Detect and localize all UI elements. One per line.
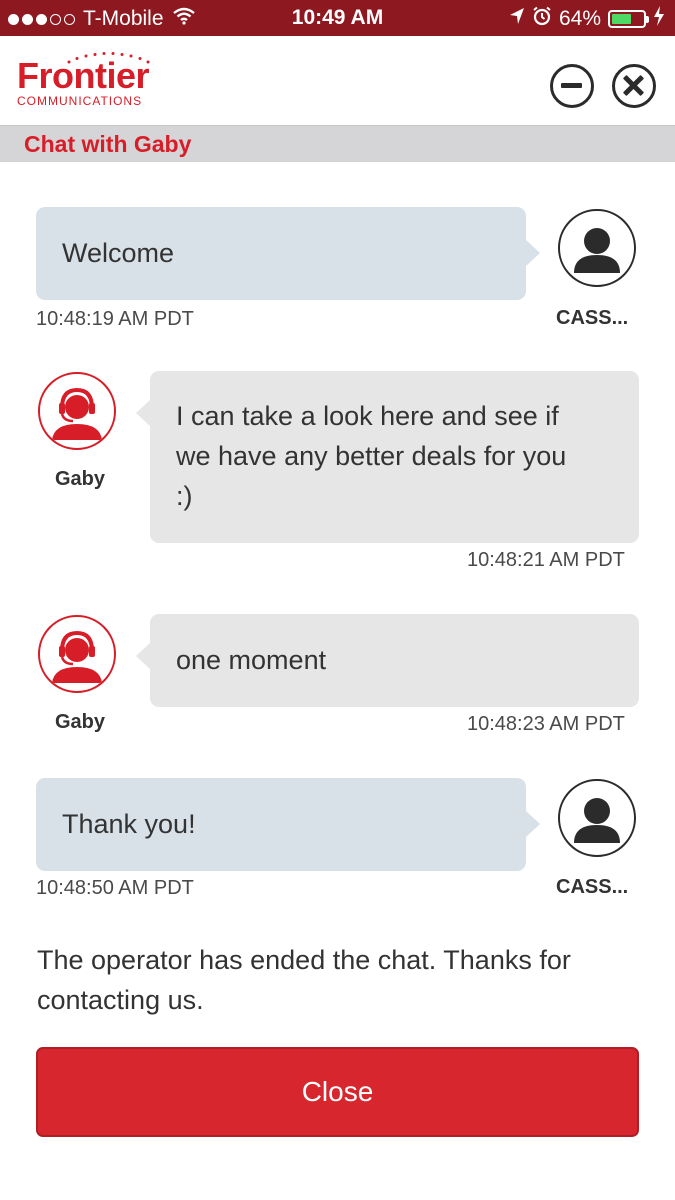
battery-percent: 64% [558,7,601,30]
message-text: Thank you! [62,809,196,839]
message-text-line: I can take a look here and see if [176,401,559,431]
battery-level [612,14,632,24]
user-avatar-icon [558,209,636,287]
chat-title-bar: Chat with Gaby [0,125,675,162]
sender-name: Gaby [55,711,106,733]
message-bubble: Welcome [36,207,526,300]
location-arrow-icon [509,7,525,31]
app-header: Frontier COMMUNICATIONS [0,36,675,125]
message-timestamp: 10:48:21 AM PDT [467,549,625,571]
battery-icon [608,10,649,28]
logo-subtitle: COMMUNICATIONS [17,94,143,108]
chat-ended-notice: The operator has ended the chat. Thanks … [37,945,571,1015]
agent-headset-avatar-icon [38,615,116,693]
sender-name: Gaby [55,468,106,490]
bubble-tail [136,643,150,669]
close-chat-button[interactable] [612,64,656,108]
message-timestamp: 10:48:19 AM PDT [36,308,194,330]
alarm-icon [532,6,552,32]
bubble-tail [136,400,150,426]
user-avatar-icon [558,779,636,857]
message-timestamp: 10:48:23 AM PDT [467,713,625,735]
chat-title: Chat with Gaby [24,131,192,157]
close-button[interactable]: Close [36,1047,639,1137]
status-right: 64% [509,6,665,32]
frontier-logo: Frontier COMMUNICATIONS [17,52,150,108]
sender-name: CASS... [556,307,629,329]
minimize-chat-button[interactable] [550,64,594,108]
message-bubble: I can take a look here and see if we hav… [150,371,639,543]
status-bar: T-Mobile 10:49 AM 64% [0,0,675,36]
message-text: Welcome [62,238,175,268]
charging-bolt-icon [653,6,665,32]
bubble-tail [526,240,540,266]
message-text-line: :) [176,481,193,511]
message-bubble: Thank you! [36,778,526,871]
agent-headset-avatar-icon [38,372,116,450]
message-text: one moment [176,645,327,675]
message-text-line: we have any better deals for you [176,441,567,471]
logo-arc-dots [67,52,150,64]
message-bubble: one moment [150,614,639,707]
bubble-tail [526,811,540,837]
message-timestamp: 10:48:50 AM PDT [36,877,194,899]
sender-name: CASS... [556,876,629,898]
